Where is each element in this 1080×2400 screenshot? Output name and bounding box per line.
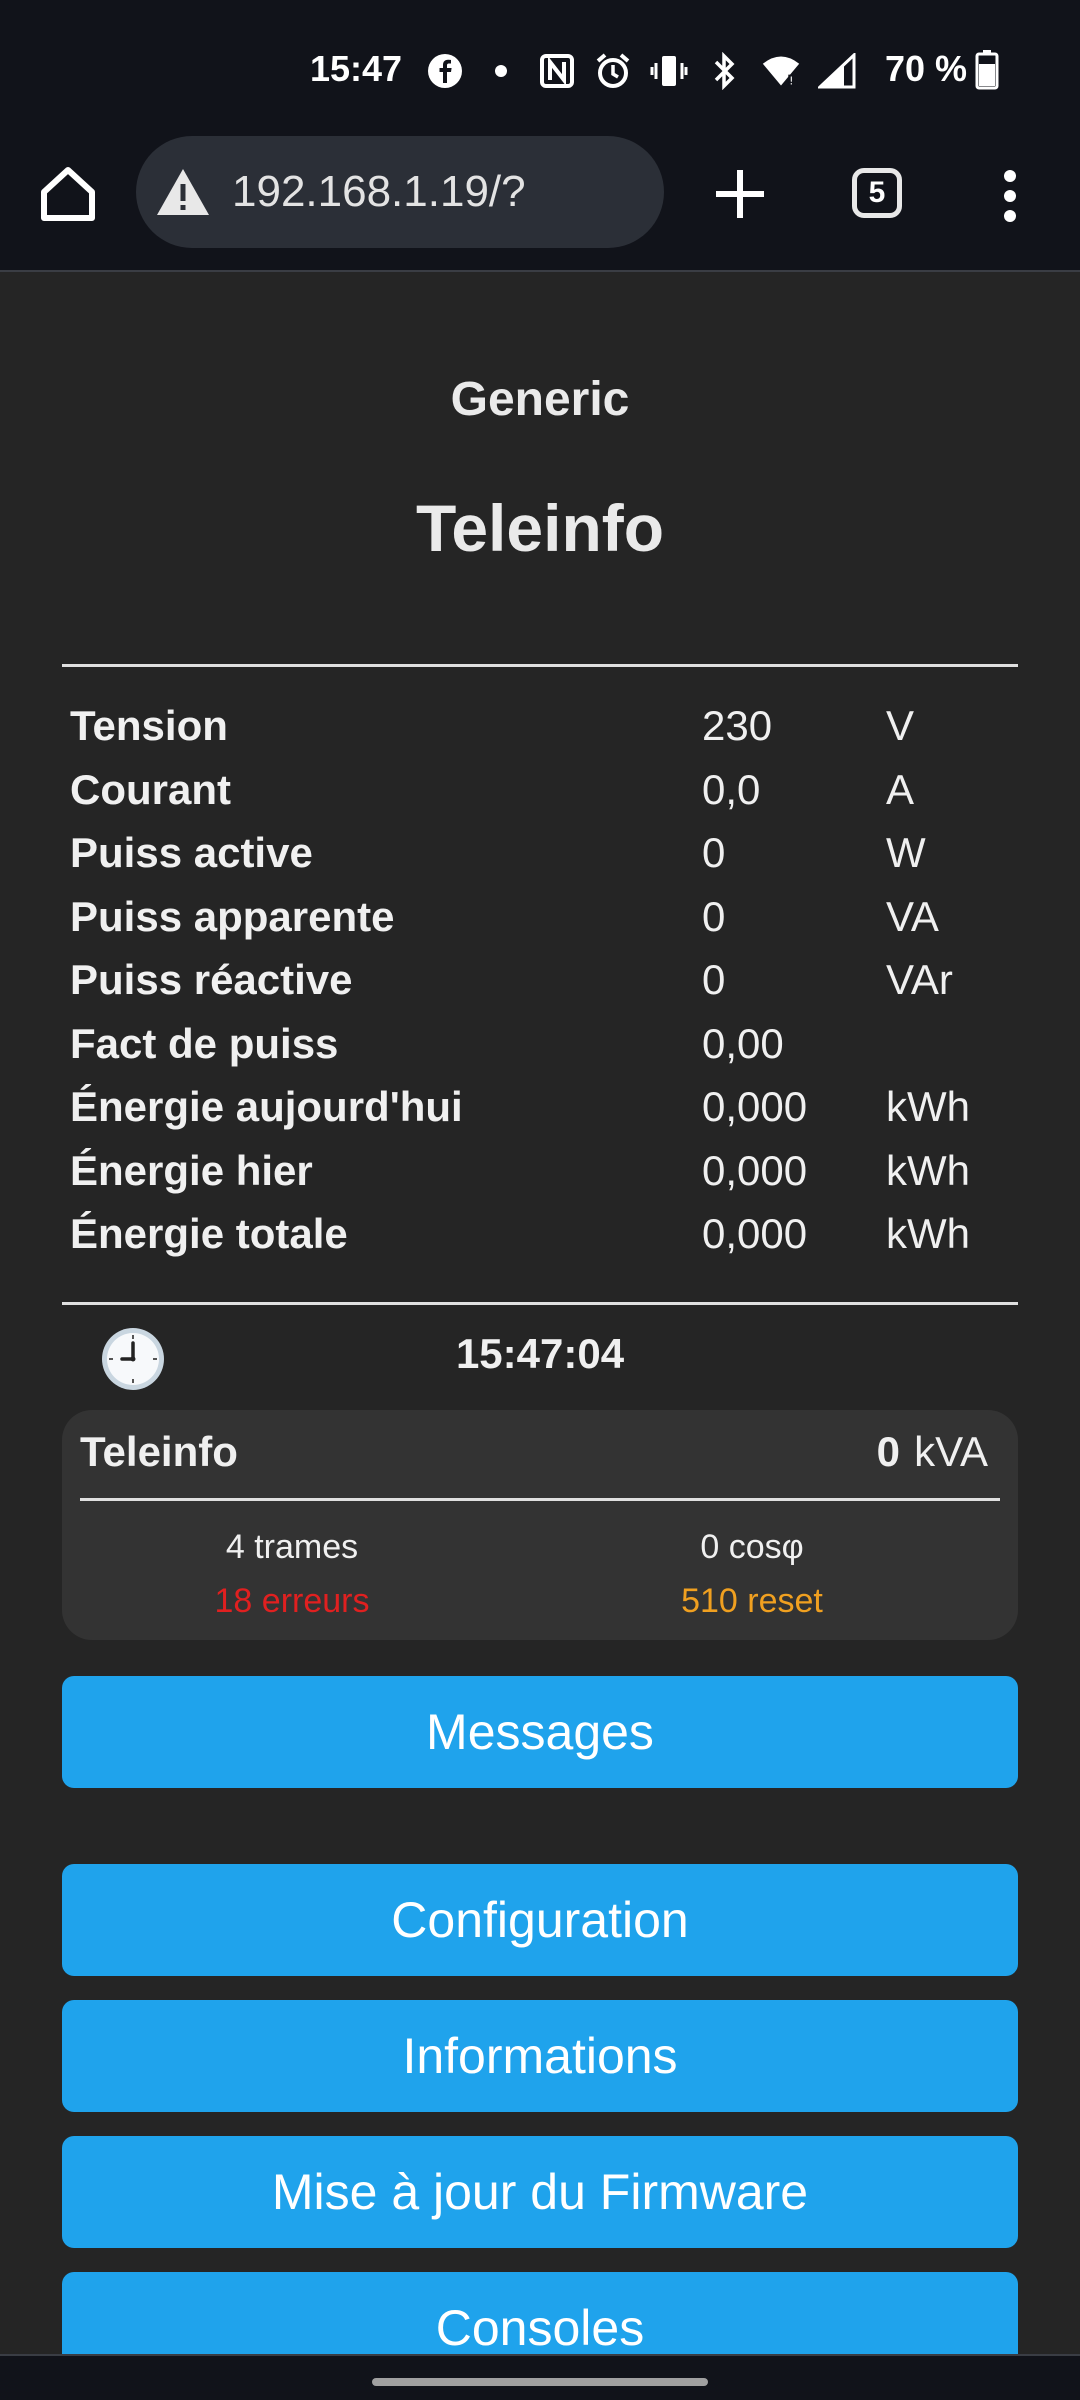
metric-row-fact-puiss: Fact de puiss 0,00 [70, 1020, 1010, 1084]
metric-unit: kWh [886, 1146, 970, 1194]
metric-row-puiss-active: Puiss active 0 W [70, 829, 1010, 893]
metric-value: 0,000 [702, 1210, 808, 1257]
dot-icon [481, 51, 521, 91]
teleinfo-card: Teleinfo 0 kVA 4 trames 0 cosφ 18 erreur… [62, 1410, 1018, 1640]
clock-time: 15:47:04 [455, 1330, 625, 1377]
new-tab-icon[interactable] [708, 162, 772, 226]
metric-row-energie-aujourdhui: Énergie aujourd'hui 0,000 kWh [70, 1083, 1010, 1147]
device-name: Generic [450, 373, 630, 426]
card-value: 0 [876, 1428, 900, 1475]
metric-value: 0,000 [702, 1083, 808, 1130]
svg-text:!: ! [789, 75, 793, 88]
toolbar-divider [0, 270, 1080, 272]
card-unit: kVA [914, 1428, 988, 1475]
home-gesture-handle[interactable] [372, 2378, 708, 2386]
configuration-button[interactable]: Configuration [62, 1864, 1018, 1976]
status-time: 15:47 [310, 48, 403, 89]
url-text[interactable]: 192.168.1.19/? [232, 167, 526, 217]
metric-row-puiss-apparente: Puiss apparente 0 VA [70, 893, 1010, 957]
metric-label: Énergie aujourd'hui [70, 1083, 463, 1130]
battery-percent: 70 % [885, 48, 968, 89]
page-title: Teleinfo [415, 491, 665, 565]
bluetooth-icon [705, 51, 745, 91]
metric-label: Puiss active [70, 829, 313, 876]
alarm-icon [593, 51, 633, 91]
tab-switcher-button[interactable]: 5 [852, 168, 902, 218]
metric-value: 0 [702, 892, 726, 940]
battery-icon [975, 50, 999, 90]
informations-button[interactable]: Informations [62, 2000, 1018, 2112]
metric-label: Tension [70, 702, 228, 749]
vibrate-icon [649, 51, 689, 91]
address-bar[interactable]: 192.168.1.19/? [136, 136, 664, 248]
metric-value: 0 [702, 829, 726, 876]
metric-value: 0,00 [702, 1019, 784, 1067]
metric-row-courant: Courant 0,0 A [70, 766, 1010, 830]
reset-count: 510 reset [681, 1582, 823, 1620]
facebook-icon [425, 51, 465, 91]
warning-icon[interactable] [154, 163, 212, 221]
frames-count: 4 trames [225, 1528, 359, 1566]
metric-label: Énergie totale [70, 1210, 348, 1257]
metric-unit: kWh [886, 1210, 970, 1257]
errors-count: 18 erreurs [214, 1582, 370, 1620]
signal-icon [817, 51, 857, 91]
metric-unit: V [886, 702, 915, 749]
metric-unit: W [886, 829, 926, 876]
firmware-update-button[interactable]: Mise à jour du Firmware [62, 2136, 1018, 2248]
card-divider [80, 1498, 1000, 1501]
metrics-table: Tension 230 V Courant 0,0 A Puiss active… [70, 702, 1010, 1274]
nfc-icon [537, 51, 577, 91]
home-icon[interactable] [36, 162, 100, 226]
metric-label: Fact de puiss [70, 1019, 339, 1067]
metric-row-energie-hier: Énergie hier 0,000 kWh [70, 1147, 1010, 1211]
metric-row-tension: Tension 230 V [70, 702, 1010, 766]
divider-top [62, 664, 1018, 667]
metric-label: Énergie hier [70, 1146, 313, 1194]
cos-phi: 0 cosφ [700, 1528, 804, 1566]
gesture-nav-bar [0, 2356, 1080, 2400]
metric-unit: A [886, 765, 915, 813]
card-title: Teleinfo [80, 1428, 238, 1475]
metric-unit: VAr [886, 956, 953, 1003]
metric-unit: VA [886, 892, 939, 940]
metric-row-puiss-reactive: Puiss réactive 0 VAr [70, 956, 1010, 1020]
metric-label: Puiss apparente [70, 892, 395, 940]
metric-value: 230 [702, 702, 773, 749]
metric-label: Puiss réactive [70, 956, 353, 1003]
messages-button[interactable]: Messages [62, 1676, 1018, 1788]
metric-row-energie-totale: Énergie totale 0,000 kWh [70, 1210, 1010, 1274]
status-icons: ! [425, 46, 857, 96]
wifi-icon: ! [761, 51, 801, 91]
metric-unit: kWh [886, 1083, 970, 1130]
more-options-icon[interactable] [990, 164, 1030, 228]
metric-value: 0,0 [702, 765, 761, 813]
metric-value: 0 [702, 956, 726, 1003]
metric-value: 0,000 [702, 1146, 808, 1194]
divider-bottom [62, 1302, 1018, 1305]
metric-label: Courant [70, 765, 231, 813]
